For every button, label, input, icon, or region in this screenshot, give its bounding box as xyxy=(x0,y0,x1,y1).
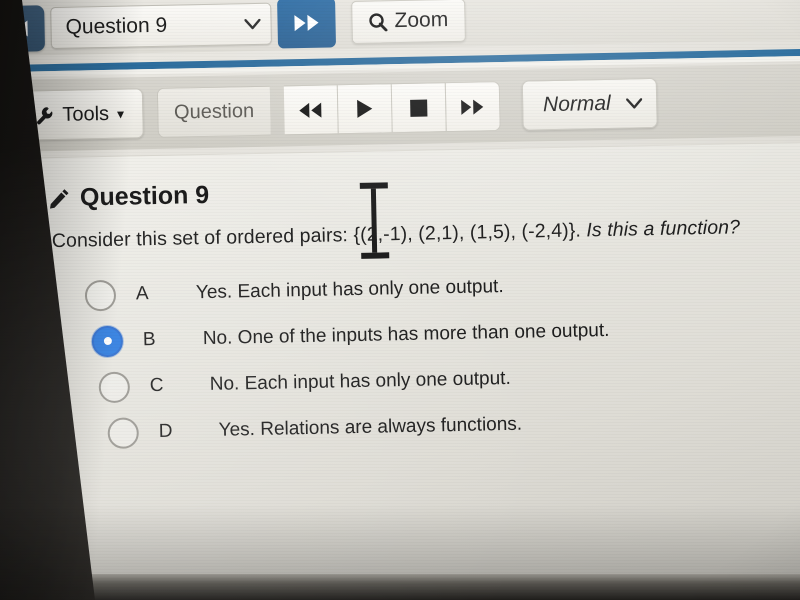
speed-select[interactable]: Normal xyxy=(521,77,659,131)
option-text-a: Yes. Each input has only one output. xyxy=(195,276,504,304)
media-play-button[interactable] xyxy=(337,83,393,135)
answer-options: A Yes. Each input has only one output. B… xyxy=(84,259,789,457)
question-mode-label: Question xyxy=(156,85,271,138)
radio-d[interactable] xyxy=(107,416,140,449)
media-forward-button[interactable] xyxy=(445,81,501,133)
question-select-value: Question 9 xyxy=(65,13,168,39)
wrench-icon xyxy=(37,106,53,124)
option-text-c: No. Each input has only one output. xyxy=(209,367,511,395)
chevron-down-icon xyxy=(244,18,261,29)
question-toolbar: Tools ▾ Question Normal xyxy=(0,63,800,153)
speed-select-value: Normal xyxy=(542,91,611,117)
media-rewind-button[interactable] xyxy=(283,84,339,136)
option-letter-b: B xyxy=(142,329,156,351)
media-stop-button[interactable] xyxy=(391,82,447,134)
option-letter-d: D xyxy=(158,420,173,442)
option-text-b: No. One of the inputs has more than one … xyxy=(202,319,610,350)
screen-bezel-bottom xyxy=(0,574,800,600)
text-cursor-icon xyxy=(359,182,390,259)
zoom-button-label: Zoom xyxy=(394,8,449,33)
zoom-button[interactable]: Zoom xyxy=(351,0,466,44)
option-letter-a: A xyxy=(135,283,149,305)
radio-a[interactable] xyxy=(84,279,117,311)
pencil-icon xyxy=(50,189,69,209)
prompt-lead: Consider this set of ordered pairs: xyxy=(51,224,349,253)
top-navigation-bar: Question 9 Zoom xyxy=(0,0,800,57)
next-question-button[interactable] xyxy=(277,0,337,49)
search-icon xyxy=(369,12,388,32)
chevron-down-icon xyxy=(626,97,643,109)
screen-surface: Question 9 Zoom Tools ▾ Question Normal … xyxy=(0,0,800,600)
radio-b[interactable] xyxy=(91,325,124,357)
question-select[interactable]: Question 9 xyxy=(50,2,272,50)
question-card: Question 9 Consider this set of ordered … xyxy=(15,141,800,600)
page-title: Question 9 xyxy=(49,181,210,213)
prompt-tail: Is this a function? xyxy=(586,216,741,242)
option-text-d: Yes. Relations are always functions. xyxy=(218,413,523,441)
radio-c[interactable] xyxy=(98,371,131,403)
photo-of-screen: Question 9 Zoom Tools ▾ Question Normal … xyxy=(0,0,800,600)
page-title-text: Question 9 xyxy=(79,180,210,212)
tools-caret: ▾ xyxy=(116,105,125,122)
question-prompt: Consider this set of ordered pairs: {(2,… xyxy=(52,215,782,253)
tools-button-label: Tools xyxy=(62,102,110,126)
option-letter-c: C xyxy=(149,374,164,397)
media-controls xyxy=(283,81,501,136)
